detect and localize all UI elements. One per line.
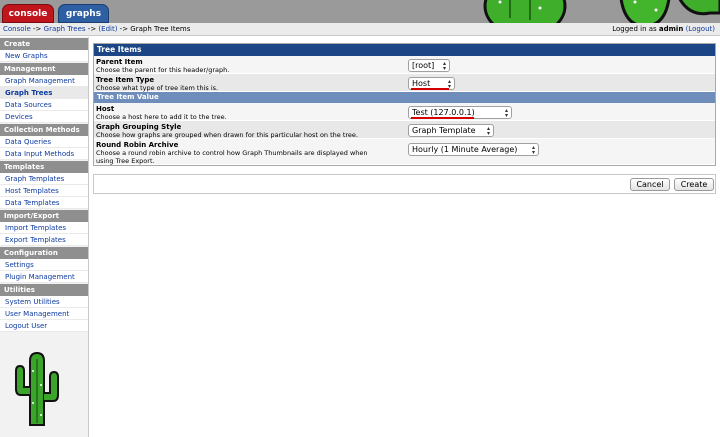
breadcrumb: Console -> Graph Trees -> (Edit) -> Grap… bbox=[3, 23, 190, 36]
sidebar-item-graph-templates[interactable]: Graph Templates bbox=[0, 173, 88, 185]
main-content: Tree Items Parent Item Choose the parent… bbox=[93, 43, 716, 194]
form-row-round-robin-archive: Round Robin Archive Choose a round robin… bbox=[94, 139, 715, 165]
chevron-updown-icon: ▴ ▾ bbox=[531, 144, 535, 156]
chevron-updown-icon: ▴ ▾ bbox=[504, 107, 508, 119]
form-row-tree-item-type: Tree Item Type Choose what type of tree … bbox=[94, 74, 715, 92]
breadcrumb-separator: -> bbox=[30, 25, 44, 33]
breadcrumb-edit-link[interactable]: (Edit) bbox=[98, 25, 117, 33]
sidebar-item-import-templates[interactable]: Import Templates bbox=[0, 222, 88, 234]
login-prefix: Logged in as bbox=[612, 25, 659, 33]
menu-header-import-export: Import/Export bbox=[0, 210, 88, 222]
menu-header-create: Create bbox=[0, 38, 88, 50]
rra-label-block: Round Robin Archive Choose a round robin… bbox=[96, 141, 376, 165]
parent-item-select[interactable]: [root] ▴ ▾ bbox=[408, 59, 450, 72]
menu-header-utilities: Utilities bbox=[0, 284, 88, 296]
host-select-value: Test (127.0.0.1) bbox=[412, 108, 475, 117]
breadcrumb-console-link[interactable]: Console bbox=[3, 25, 31, 33]
form-row-graph-grouping-style: Graph Grouping Style Choose how graphs a… bbox=[94, 121, 715, 139]
sidebar-item-export-templates[interactable]: Export Templates bbox=[0, 234, 88, 246]
parent-item-title: Parent Item bbox=[96, 58, 143, 66]
sidebar-item-devices[interactable]: Devices bbox=[0, 111, 88, 123]
sidebar-item-data-sources[interactable]: Data Sources bbox=[0, 99, 88, 111]
rra-select-value: Hourly (1 Minute Average) bbox=[412, 145, 518, 154]
graph-grouping-label-block: Graph Grouping Style Choose how graphs a… bbox=[96, 123, 396, 139]
parent-item-label-block: Parent Item Choose the parent for this h… bbox=[96, 58, 396, 74]
rra-description: Choose a round robin archive to control … bbox=[96, 149, 368, 165]
tab-graphs[interactable]: graphs bbox=[58, 4, 109, 23]
annotation-underline bbox=[411, 88, 449, 90]
sidebar-item-user-management[interactable]: User Management bbox=[0, 308, 88, 320]
menu-header-collection-methods: Collection Methods bbox=[0, 124, 88, 136]
host-label-block: Host Choose a host here to add it to the… bbox=[96, 105, 396, 121]
form-row-parent-item: Parent Item Choose the parent for this h… bbox=[94, 56, 715, 74]
tab-console[interactable]: console bbox=[2, 4, 54, 23]
cancel-button[interactable]: Cancel bbox=[630, 178, 670, 191]
parent-item-select-value: [root] bbox=[412, 61, 435, 70]
cactus-icon bbox=[15, 351, 59, 426]
sidebar-item-data-input-methods[interactable]: Data Input Methods bbox=[0, 148, 88, 160]
menu-header-configuration: Configuration bbox=[0, 247, 88, 259]
sidebar-item-plugin-management[interactable]: Plugin Management bbox=[0, 271, 88, 283]
cactus-banner-icon bbox=[483, 0, 720, 23]
breadcrumb-separator: -> bbox=[85, 25, 99, 33]
login-info: Logged in as admin (Logout) bbox=[612, 23, 715, 36]
tree-item-type-select-value: Host bbox=[412, 79, 431, 88]
graph-grouping-select[interactable]: Graph Template ▴ ▾ bbox=[408, 124, 494, 137]
sidebar-item-graph-management[interactable]: Graph Management bbox=[0, 75, 88, 87]
chevron-updown-icon: ▴ ▾ bbox=[486, 125, 490, 137]
rra-select[interactable]: Hourly (1 Minute Average) ▴ ▾ bbox=[408, 143, 539, 156]
graph-grouping-description: Choose how graphs are grouped when drawn… bbox=[96, 131, 358, 139]
parent-item-description: Choose the parent for this header/graph. bbox=[96, 66, 230, 74]
sidebar-item-graph-trees[interactable]: Graph Trees bbox=[0, 87, 88, 99]
sidebar-item-data-templates[interactable]: Data Templates bbox=[0, 197, 88, 209]
tree-items-panel: Tree Items Parent Item Choose the parent… bbox=[93, 43, 716, 166]
panel-title: Tree Items bbox=[94, 44, 715, 56]
breadcrumb-current: Graph Tree Items bbox=[130, 25, 191, 33]
tree-item-type-description: Choose what type of tree item this is. bbox=[96, 84, 219, 92]
sidebar-item-system-utilities[interactable]: System Utilities bbox=[0, 296, 88, 308]
form-row-host: Host Choose a host here to add it to the… bbox=[94, 103, 715, 121]
logout-link[interactable]: (Logout) bbox=[686, 25, 715, 33]
rra-title: Round Robin Archive bbox=[96, 141, 179, 149]
breadcrumb-bar: Console -> Graph Trees -> (Edit) -> Grap… bbox=[0, 23, 720, 36]
tree-item-type-title: Tree Item Type bbox=[96, 76, 155, 84]
form-button-bar: Cancel Create bbox=[93, 174, 716, 194]
breadcrumb-separator: -> bbox=[117, 25, 131, 33]
sidebar-item-logout-user[interactable]: Logout User bbox=[0, 320, 88, 332]
breadcrumb-graph-trees-link[interactable]: Graph Trees bbox=[44, 25, 86, 33]
sidebar-menu: Create New Graphs Management Graph Manag… bbox=[0, 37, 89, 437]
create-button[interactable]: Create bbox=[674, 178, 714, 191]
chevron-updown-icon: ▴ ▾ bbox=[442, 60, 446, 72]
sidebar-item-settings[interactable]: Settings bbox=[0, 259, 88, 271]
menu-header-management: Management bbox=[0, 63, 88, 75]
graph-grouping-select-value: Graph Template bbox=[412, 126, 476, 135]
annotation-underline bbox=[411, 117, 474, 119]
host-title: Host bbox=[96, 105, 115, 113]
section-title-tree-item-value: Tree Item Value bbox=[94, 92, 715, 103]
sidebar-item-data-queries[interactable]: Data Queries bbox=[0, 136, 88, 148]
tree-item-type-label-block: Tree Item Type Choose what type of tree … bbox=[96, 76, 396, 92]
sidebar-item-host-templates[interactable]: Host Templates bbox=[0, 185, 88, 197]
host-description: Choose a host here to add it to the tree… bbox=[96, 113, 227, 121]
graph-grouping-title: Graph Grouping Style bbox=[96, 123, 182, 131]
login-username: admin bbox=[658, 25, 684, 33]
top-navigation-bar: console graphs bbox=[0, 0, 720, 23]
sidebar-item-new-graphs[interactable]: New Graphs bbox=[0, 50, 88, 62]
menu-header-templates: Templates bbox=[0, 161, 88, 173]
